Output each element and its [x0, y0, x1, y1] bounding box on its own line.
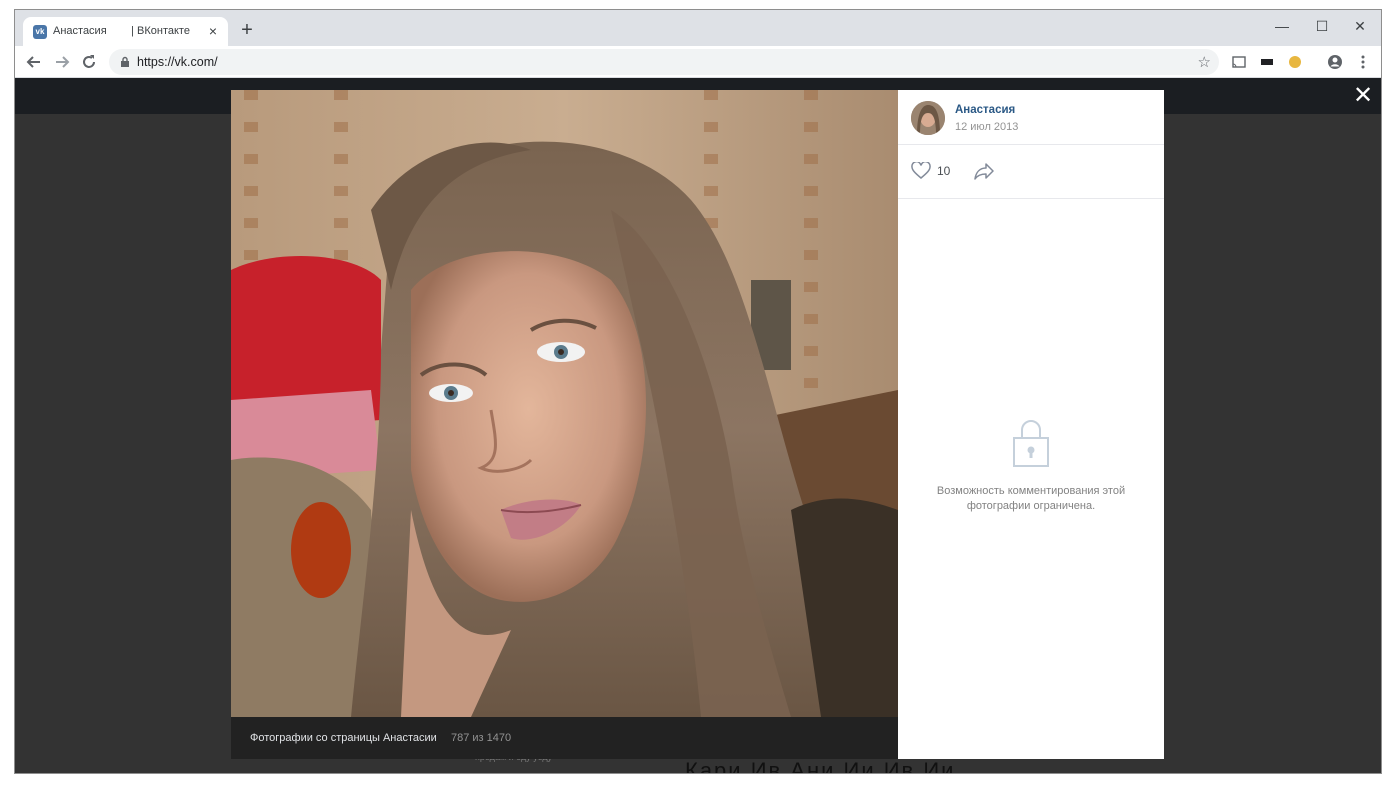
window-close-button[interactable]: ✕: [1341, 14, 1379, 38]
browser-window: vk Анастасия | ВКонтакте × + — ☐ ✕ https…: [14, 9, 1382, 774]
photo-footer: Фотографии со страницы Анастасии 787 из …: [231, 717, 898, 759]
avatar[interactable]: [911, 101, 945, 135]
background-heading: Кари Ив Ани Ии Ив Ии: [685, 758, 956, 774]
star-icon[interactable]: ☆: [1198, 53, 1211, 71]
photo-counter: 787 из 1470: [451, 732, 512, 744]
photo-viewer: Фотографии со страницы Анастасии 787 из …: [231, 90, 1164, 759]
tab-vk[interactable]: vk Анастасия | ВКонтакте ×: [23, 17, 228, 46]
comments-restricted-text: Возможность комментирования этой фотогра…: [936, 485, 1126, 512]
minimize-button[interactable]: —: [1263, 14, 1301, 38]
vk-favicon-icon: vk: [33, 25, 47, 39]
author-block: Анастасия 12 июл 2013: [898, 90, 1164, 145]
lock-icon: [121, 56, 129, 67]
address-bar[interactable]: https://vk.com/ ☆: [109, 49, 1219, 75]
reload-icon[interactable]: [79, 52, 99, 72]
close-icon[interactable]: ✕: [1353, 84, 1373, 108]
album-caption-link[interactable]: Фотографии со страницы Анастасии: [250, 732, 437, 744]
back-icon[interactable]: [24, 52, 44, 72]
menu-icon[interactable]: [1355, 54, 1371, 70]
padlock-icon: [1013, 420, 1049, 467]
vk-page: продам и еду уеду Кари Ив Ани Ии Ив Ии ✕: [15, 78, 1381, 774]
maximize-button[interactable]: ☐: [1303, 14, 1341, 38]
author-name-link[interactable]: Анастасия: [955, 104, 1015, 116]
extension-icon[interactable]: [1259, 54, 1275, 70]
profile-icon[interactable]: [1327, 54, 1343, 70]
actions-bar: 10: [898, 145, 1164, 199]
new-tab-button[interactable]: +: [237, 20, 257, 40]
post-date[interactable]: 12 июл 2013: [955, 121, 1018, 133]
forward-icon[interactable]: [52, 52, 72, 72]
tab-strip: vk Анастасия | ВКонтакте × + — ☐ ✕: [15, 10, 1381, 46]
tab-title: Анастасия | ВКонтакте: [53, 25, 190, 37]
heart-icon[interactable]: [911, 162, 931, 180]
photo-sidebar: Анастасия 12 июл 2013 10 Возможность ком…: [898, 90, 1164, 759]
share-icon[interactable]: [974, 162, 994, 180]
url-text: https://vk.com/: [137, 55, 218, 69]
portrait-photo: [231, 90, 898, 717]
browser-toolbar: https://vk.com/ ☆: [15, 46, 1381, 78]
tab-close-icon[interactable]: ×: [206, 24, 220, 38]
like-count[interactable]: 10: [937, 164, 950, 178]
cast-icon[interactable]: [1231, 54, 1247, 70]
photo[interactable]: [231, 90, 898, 717]
extension-emoji-icon[interactable]: [1287, 54, 1303, 70]
